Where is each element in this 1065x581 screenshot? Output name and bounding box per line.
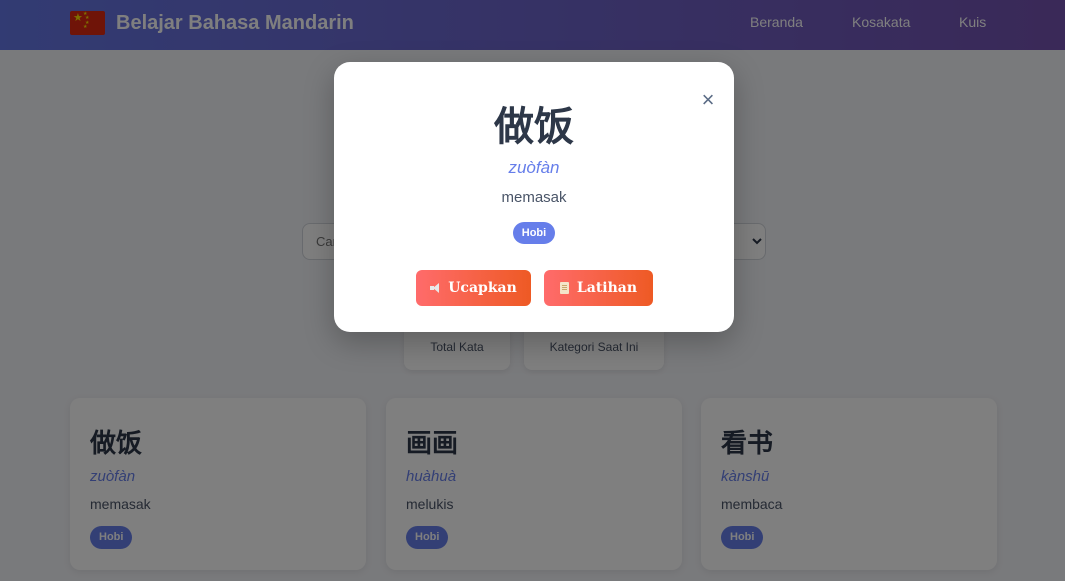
practice-button-label: Latihan [576,280,638,296]
speak-button[interactable]: Ucapkan [416,270,531,306]
modal-category-badge: Hobi [513,222,555,244]
modal-meaning: memasak [501,189,567,206]
speaker-icon [430,283,440,293]
speak-button-label: Ucapkan [448,280,517,296]
word-detail-modal: × 做饭 zuòfàn memasak Hobi Ucapkan Latihan [334,62,734,332]
document-icon [559,282,569,294]
modal-hanzi: 做饭 [494,104,574,150]
modal-pinyin: zuòfàn [508,158,560,177]
practice-button[interactable]: Latihan [544,270,653,306]
